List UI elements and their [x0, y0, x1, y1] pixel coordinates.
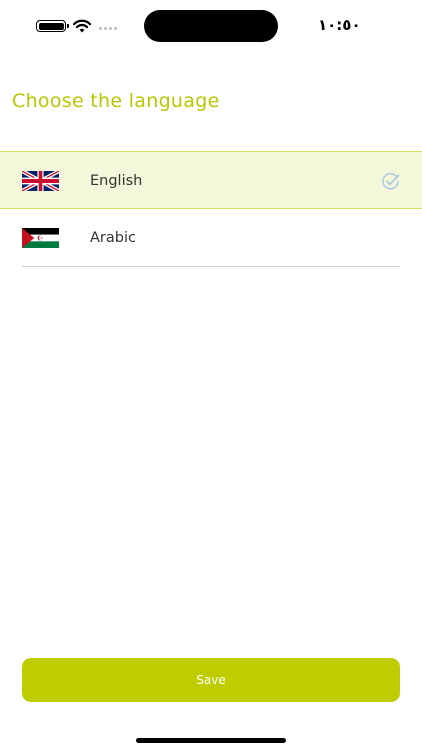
status-bar: ١٠:٥٠ — [0, 0, 422, 52]
language-list: English Arabic — [0, 151, 422, 267]
row-divider — [22, 266, 400, 267]
status-time: ١٠:٥٠ — [318, 16, 361, 34]
wifi-icon — [72, 19, 92, 33]
language-selection-screen: ١٠:٥٠ Choose the language English Arabic… — [0, 0, 422, 750]
home-indicator — [136, 738, 286, 743]
check-circle-icon — [382, 172, 400, 190]
language-label: Arabic — [90, 230, 136, 246]
cellular-signal-icon — [99, 27, 121, 31]
dynamic-island — [144, 10, 278, 42]
language-option-arabic[interactable]: Arabic — [0, 209, 422, 267]
arabic-flag-icon — [22, 228, 59, 248]
page-title: Choose the language — [12, 90, 220, 112]
save-button[interactable]: Save — [22, 658, 400, 702]
language-label: English — [90, 173, 143, 189]
battery-icon — [36, 20, 69, 32]
language-option-english[interactable]: English — [0, 151, 422, 209]
uk-flag-icon — [22, 171, 59, 191]
